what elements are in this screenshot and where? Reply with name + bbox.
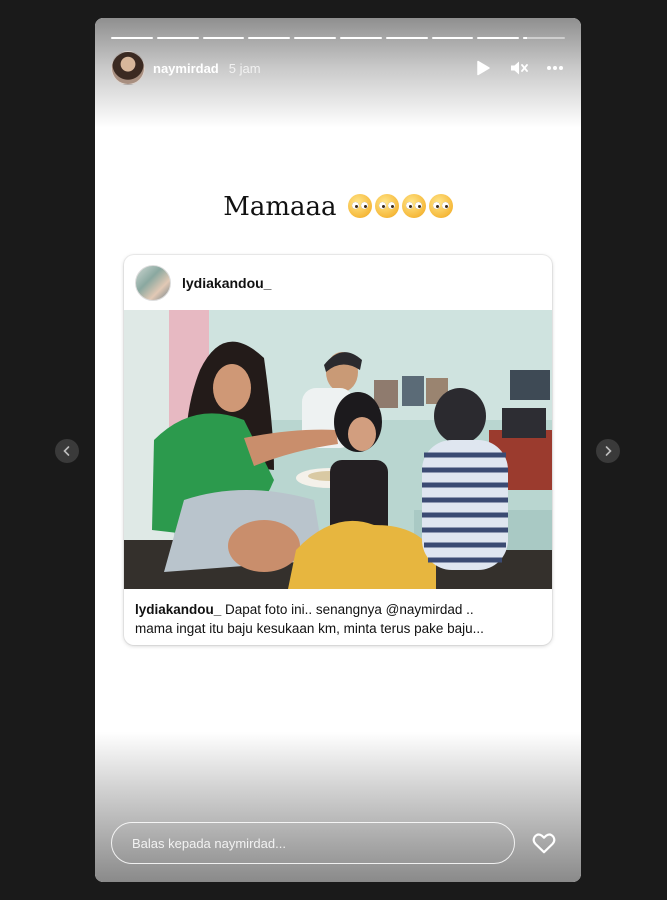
shared-post-avatar[interactable] [135,264,171,301]
chevron-right-icon [605,446,612,456]
like-button[interactable] [531,830,557,856]
chevron-left-icon [63,446,70,456]
caption-emojis [345,192,453,222]
play-icon [477,60,490,76]
muted-speaker-icon [511,61,528,75]
shared-post-caption-line2: mama ingat itu baju kesukaan km, minta t… [135,621,484,636]
story-time: 5 jam [228,60,261,76]
caption-text: Mamaaa [223,192,337,222]
shared-post-caption-line1: Dapat foto ini.. senangnya @naymirdad .. [221,602,474,617]
progress-segment [294,37,336,39]
mute-button[interactable] [509,58,529,78]
shared-post-username[interactable]: lydiakandou_ [182,275,271,291]
story-username[interactable]: naymirdad [153,61,219,76]
more-icon [547,66,563,70]
pleading-face-emoji-icon [374,194,399,218]
progress-segment [248,37,291,39]
shared-post-card[interactable]: lydiakandou_ lydiakandou_ Dapat foto ini… [124,255,552,645]
progress-segment [339,37,382,39]
next-story-button[interactable] [596,439,620,463]
previous-story-button[interactable] [55,439,79,463]
story-progress-bar [111,37,565,39]
pleading-face-emoji-icon [428,194,453,218]
progress-segment [523,37,565,39]
progress-segment [156,37,199,39]
play-button[interactable] [473,58,493,78]
progress-segment [111,37,153,39]
more-options-button[interactable] [545,58,565,78]
progress-segment [477,37,520,39]
progress-segment [202,37,245,39]
progress-segment [385,37,428,39]
shared-post-header: lydiakandou_ [124,255,552,310]
pleading-face-emoji-icon [401,194,426,218]
story-header: naymirdad 5 jam [111,51,565,85]
story-viewer[interactable]: naymirdad 5 jam Mamaaa lydiakandou_ lydi… [95,18,581,882]
heart-icon [532,833,556,854]
story-controls [473,58,565,78]
pleading-face-emoji-icon [347,194,372,218]
reply-input[interactable] [111,822,515,864]
shared-post-caption: lydiakandou_ Dapat foto ini.. senangnya … [135,600,542,638]
avatar[interactable] [111,51,145,85]
shared-post-photo[interactable] [124,310,552,589]
shared-post-caption-username[interactable]: lydiakandou_ [135,602,221,617]
progress-segment [431,37,474,39]
story-caption: Mamaaa [95,192,581,222]
